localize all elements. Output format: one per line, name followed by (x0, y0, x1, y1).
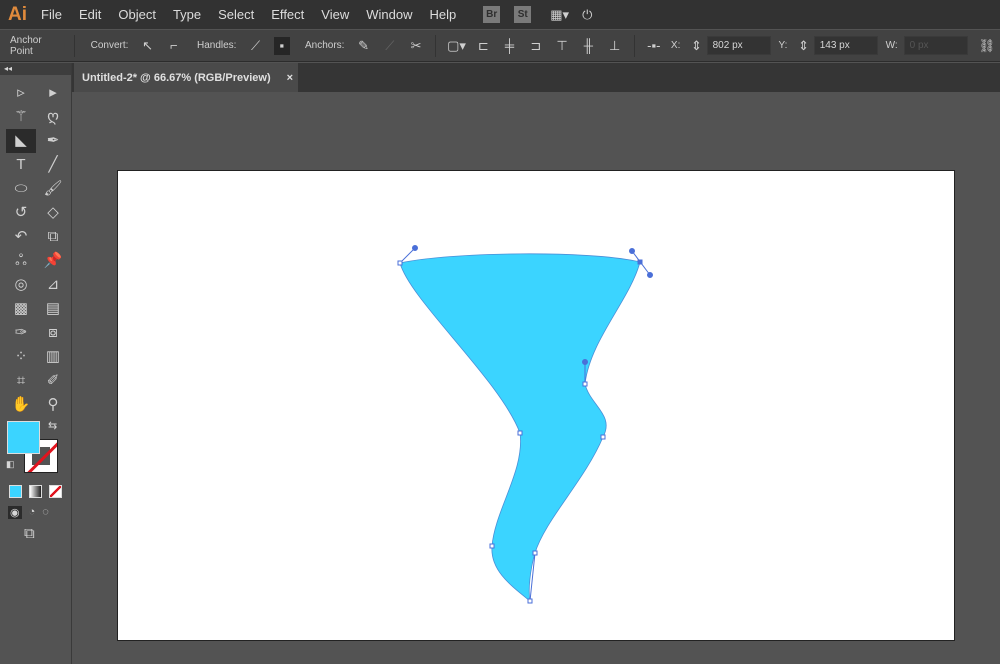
align-bottom-icon[interactable]: ⊥ (606, 37, 622, 55)
remove-anchor-icon[interactable]: ✎ (355, 37, 371, 55)
type-tool-icon[interactable]: T (6, 153, 36, 177)
direct-selection-tool-icon[interactable]: ▸ (38, 81, 68, 105)
symbol-sprayer-tool-icon[interactable]: ⁘ (6, 345, 36, 369)
convert-label: Convert: (90, 40, 129, 51)
cut-path-icon[interactable]: ✂ (408, 37, 424, 55)
draw-behind-icon[interactable]: ◔ (29, 506, 36, 519)
scale-tool-icon[interactable]: ⧉ (38, 225, 68, 249)
shaper-tool-icon[interactable]: ↺ (6, 201, 36, 225)
draw-normal-icon[interactable]: ◉ (8, 506, 22, 519)
constrain-link-icon[interactable]: ⛓ (979, 37, 996, 55)
app-logo: Ai (8, 3, 27, 25)
perspective-grid-tool-icon[interactable]: ⊿ (38, 273, 68, 297)
menu-select[interactable]: Select (218, 7, 254, 22)
align-hcenter-icon[interactable]: ╪ (501, 37, 517, 55)
draw-inside-icon[interactable]: ◌ (42, 506, 49, 519)
gradient-mode-icon[interactable] (29, 485, 42, 498)
anchors-label: Anchors: (304, 40, 345, 51)
anchor-point-icon: -▪- (647, 37, 661, 53)
rotate-tool-icon[interactable]: ↶ (6, 225, 36, 249)
paintbrush-tool-icon[interactable]: 🖌 (38, 177, 68, 201)
close-tab-icon[interactable]: × (287, 72, 293, 84)
menu-help[interactable]: Help (429, 7, 456, 22)
magic-wand-tool-icon[interactable]: ⚚ (6, 105, 36, 129)
menu-effect[interactable]: Effect (271, 7, 304, 22)
w-label: W: (885, 40, 898, 51)
control-bar: Anchor Point Convert: ↖ ⌐ Handles: ⟋ ▪ A… (0, 30, 1000, 62)
eraser-tool-icon[interactable]: ◇ (38, 201, 68, 225)
menu-edit[interactable]: Edit (79, 7, 101, 22)
none-mode-icon[interactable] (49, 485, 62, 498)
y-stepper-icon[interactable]: ⇕ (795, 37, 811, 55)
document-tab[interactable]: Untitled-2* @ 66.67% (RGB/Preview) × (74, 63, 298, 92)
handles-label: Handles: (196, 40, 237, 51)
convert-smooth-icon[interactable]: ⌐ (166, 37, 182, 55)
collapse-panel-icon[interactable]: ◂◂ (0, 63, 71, 75)
y-input[interactable]: 143 px (813, 36, 878, 55)
anchor-point-tool-icon[interactable]: ◣ (6, 129, 36, 153)
w-input: 0 px (903, 36, 968, 55)
puppet-warp-tool-icon[interactable]: 📌 (38, 249, 68, 273)
default-colors-icon[interactable]: ◧ (6, 459, 15, 470)
zoom-tool-icon[interactable]: ⚲ (38, 393, 68, 417)
show-handles-icon[interactable]: ⟋ (247, 37, 263, 55)
pen-tool-icon[interactable]: ✒ (38, 129, 68, 153)
menu-view[interactable]: View (321, 7, 349, 22)
blend-tool-icon[interactable]: ⧇ (38, 321, 68, 345)
color-mode-icon[interactable] (9, 485, 22, 498)
slice-tool-icon[interactable]: ✐ (38, 369, 68, 393)
menu-file[interactable]: File (41, 7, 62, 22)
menu-object[interactable]: Object (118, 7, 156, 22)
document-tab-title: Untitled-2* @ 66.67% (RGB/Preview) (82, 71, 271, 84)
x-input[interactable]: 802 px (706, 36, 771, 55)
lasso-tool-icon[interactable]: ღ (38, 105, 68, 129)
mesh-tool-icon[interactable]: ▩ (6, 297, 36, 321)
hand-tool-icon[interactable]: ✋ (6, 393, 36, 417)
gradient-tool-icon[interactable]: ▤ (38, 297, 68, 321)
screen-mode-icon[interactable]: ⧉ (0, 525, 71, 542)
stock-button[interactable]: St (514, 6, 532, 23)
artboard[interactable] (117, 170, 955, 641)
align-left-icon[interactable]: ⊏ (475, 37, 491, 55)
x-stepper-icon[interactable]: ⇕ (688, 37, 704, 55)
tools-panel: ◂◂ ▹ ▸ ⚚ ღ ◣ ✒ T ╱ ⬭ 🖌 ↺ ◇ ↶ ⧉ ஃ 📌 ◎ ⊿ ▩… (0, 63, 72, 664)
shape-builder-tool-icon[interactable]: ◎ (6, 273, 36, 297)
align-vcenter-icon[interactable]: ╫ (580, 37, 596, 55)
align-top-icon[interactable]: ⊤ (554, 37, 570, 55)
transform-reference-icon[interactable]: ▢▾ (447, 37, 466, 55)
y-label: Y: (778, 40, 788, 51)
selection-tool-icon[interactable]: ▹ (6, 81, 36, 105)
menu-bar: Ai File Edit Object Type Select Effect V… (0, 0, 1000, 29)
convert-corner-icon[interactable]: ↖ (139, 37, 155, 55)
gpu-performance-icon[interactable]: ⏻ (578, 6, 596, 24)
line-tool-icon[interactable]: ╱ (38, 153, 68, 177)
warp-tool-icon[interactable]: ஃ (6, 249, 36, 273)
column-graph-tool-icon[interactable]: ▥ (38, 345, 68, 369)
fill-stroke-widget: ⇆ ◧ (0, 419, 71, 479)
workspace-layout-icon[interactable]: ▦▾ (550, 6, 569, 24)
x-label: X: (670, 40, 681, 51)
ellipse-tool-icon[interactable]: ⬭ (6, 177, 36, 201)
connect-anchors-icon: ⟋ (385, 37, 395, 53)
bridge-button[interactable]: Br (483, 6, 501, 23)
tool-name-label: Anchor Point (10, 34, 42, 57)
menu-window[interactable]: Window (366, 7, 412, 22)
hide-handles-icon[interactable]: ▪ (273, 36, 290, 55)
menu-type[interactable]: Type (173, 7, 201, 22)
eyedropper-tool-icon[interactable]: ✑ (6, 321, 36, 345)
document-tab-bar: Untitled-2* @ 66.67% (RGB/Preview) × (72, 63, 1000, 92)
fill-swatch[interactable] (7, 421, 40, 454)
align-right-icon[interactable]: ⊐ (528, 37, 544, 55)
artboard-tool-icon[interactable]: ⌗ (6, 369, 36, 393)
swap-fill-stroke-icon[interactable]: ⇆ (48, 419, 57, 432)
